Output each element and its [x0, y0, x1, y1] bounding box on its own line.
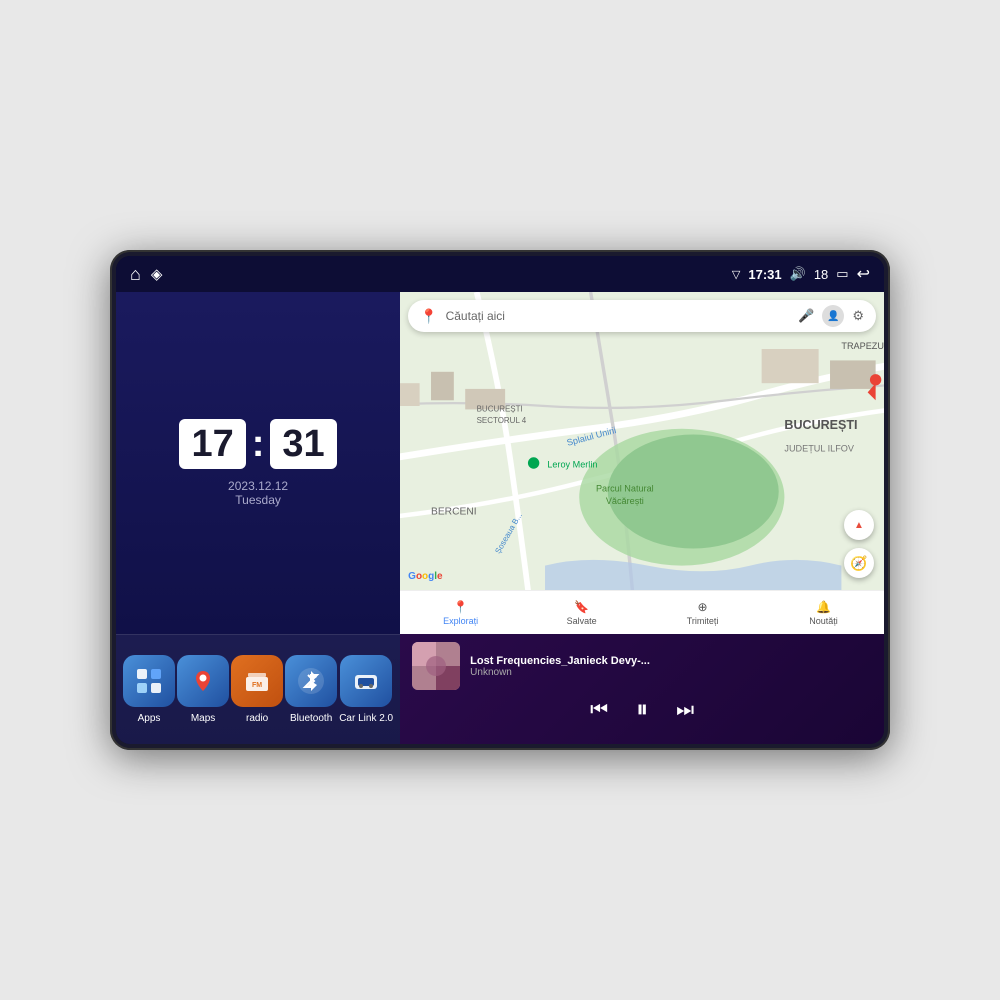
map-tab-trimiteti[interactable]: ⊕ Trimiteți — [642, 600, 763, 626]
svg-text:Leroy Merlin: Leroy Merlin — [547, 460, 597, 470]
radio-icon: FM — [231, 655, 283, 707]
right-panel: BUCUREȘTI JUDEȚUL ILFOV Parcul Natural V… — [400, 292, 884, 744]
svg-text:TRAPEZULUI: TRAPEZULUI — [842, 341, 884, 351]
svg-text:BUCUREȘTI: BUCUREȘTI — [477, 405, 523, 414]
svg-text:JUDEȚUL ILFOV: JUDEȚUL ILFOV — [785, 444, 855, 454]
map-area[interactable]: BUCUREȘTI JUDEȚUL ILFOV Parcul Natural V… — [400, 292, 884, 634]
clock-display: 17 : 31 — [179, 419, 336, 469]
music-player: Lost Frequencies_Janieck Devy-... Unknow… — [400, 634, 884, 744]
battery-level: 18 — [814, 267, 828, 282]
map-tab-explorați-label: Explorați — [443, 616, 478, 626]
music-title: Lost Frequencies_Janieck Devy-... — [470, 655, 872, 667]
clock-colon: : — [252, 423, 265, 466]
music-thumbnail — [412, 642, 460, 690]
svg-text:FM: FM — [252, 682, 262, 689]
map-compass-button[interactable]: ▲ — [844, 510, 874, 540]
map-location-button[interactable]: 🧭 — [844, 548, 874, 578]
map-user-avatar[interactable]: 👤 — [822, 305, 844, 327]
bluetooth-label: Bluetooth — [290, 713, 332, 724]
map-tab-explorați-icon: 📍 — [453, 600, 468, 614]
map-mic-icon[interactable]: 🎤 — [798, 308, 814, 324]
app-item-bluetooth[interactable]: Bluetooth — [285, 655, 337, 724]
music-artist: Unknown — [470, 667, 872, 678]
svg-text:SECTORUL 4: SECTORUL 4 — [477, 416, 527, 425]
device-frame: ⌂ ◈ ▽ 17:31 🔊 18 ▭ ↩ 17 : — [110, 250, 890, 750]
music-play-pause-button[interactable]: ⏸ — [636, 696, 648, 724]
music-info-row: Lost Frequencies_Janieck Devy-... Unknow… — [412, 642, 872, 690]
left-panel: 17 : 31 2023.12.12 Tuesday — [116, 292, 400, 744]
status-left-icons: ⌂ ◈ — [130, 264, 162, 285]
signal-icon: ▽ — [732, 268, 740, 281]
carlink-label: Car Link 2.0 — [339, 713, 393, 724]
back-icon[interactable]: ↩ — [857, 264, 870, 284]
radio-label: radio — [246, 713, 268, 724]
maps-pin-icon[interactable]: ◈ — [151, 265, 163, 283]
carlink-icon — [340, 655, 392, 707]
app-item-carlink[interactable]: Car Link 2.0 — [339, 655, 393, 724]
map-search-input[interactable]: Căutați aici — [446, 309, 791, 323]
map-tab-trimiteti-icon: ⊕ — [698, 600, 708, 614]
apps-icon — [123, 655, 175, 707]
map-tab-salvate-icon: 🔖 — [574, 600, 589, 614]
clock-date: 2023.12.12 — [228, 479, 288, 493]
svg-text:BERCENI: BERCENI — [431, 506, 477, 517]
google-logo: Google — [408, 571, 442, 582]
map-tab-noutati-icon: 🔔 — [816, 600, 831, 614]
map-tabs: 📍 Explorați 🔖 Salvate ⊕ Trimiteți 🔔 — [400, 590, 884, 634]
bluetooth-icon — [285, 655, 337, 707]
battery-icon: ▭ — [836, 266, 848, 282]
map-search-pin-icon: 📍 — [420, 308, 437, 325]
clock-minutes: 31 — [270, 419, 336, 469]
status-time: 17:31 — [748, 267, 781, 282]
music-text: Lost Frequencies_Janieck Devy-... Unknow… — [470, 655, 872, 678]
map-tab-explorați[interactable]: 📍 Explorați — [400, 600, 521, 626]
apps-label: Apps — [138, 713, 161, 724]
music-controls: ⏮ ⏸ ⏭ — [412, 696, 872, 724]
svg-text:Parcul Natural: Parcul Natural — [596, 484, 654, 494]
apps-row: Apps Maps — [116, 634, 400, 744]
status-bar: ⌂ ◈ ▽ 17:31 🔊 18 ▭ ↩ — [116, 256, 884, 292]
app-item-apps[interactable]: Apps — [123, 655, 175, 724]
clock-day: Tuesday — [228, 493, 288, 507]
map-search-bar[interactable]: 📍 Căutați aici 🎤 👤 ⚙ — [408, 300, 876, 332]
main-content: 17 : 31 2023.12.12 Tuesday — [116, 292, 884, 744]
music-next-button[interactable]: ⏭ — [676, 700, 694, 720]
map-tab-salvate-label: Salvate — [567, 616, 597, 626]
home-icon[interactable]: ⌂ — [130, 264, 141, 285]
status-right-icons: ▽ 17:31 🔊 18 ▭ ↩ — [732, 264, 870, 284]
volume-icon[interactable]: 🔊 — [790, 266, 806, 282]
maps-icon — [177, 655, 229, 707]
svg-text:Văcărești: Văcărești — [606, 496, 644, 506]
map-tab-noutati-label: Noutăți — [809, 616, 838, 626]
app-item-radio[interactable]: FM radio — [231, 655, 283, 724]
clock-widget: 17 : 31 2023.12.12 Tuesday — [116, 292, 400, 634]
map-tab-noutati[interactable]: 🔔 Noutăți — [763, 600, 884, 626]
map-settings-icon[interactable]: ⚙ — [852, 308, 864, 324]
clock-date-area: 2023.12.12 Tuesday — [228, 479, 288, 507]
maps-label: Maps — [191, 713, 215, 724]
map-svg: BUCUREȘTI JUDEȚUL ILFOV Parcul Natural V… — [400, 292, 884, 634]
svg-text:BUCUREȘTI: BUCUREȘTI — [785, 418, 858, 432]
app-item-maps[interactable]: Maps — [177, 655, 229, 724]
music-thumb-inner — [412, 642, 460, 690]
music-prev-button[interactable]: ⏮ — [590, 700, 608, 720]
map-tab-salvate[interactable]: 🔖 Salvate — [521, 600, 642, 626]
clock-hours: 17 — [179, 419, 245, 469]
device-screen: ⌂ ◈ ▽ 17:31 🔊 18 ▭ ↩ 17 : — [116, 256, 884, 744]
map-tab-trimiteti-label: Trimiteți — [687, 616, 719, 626]
